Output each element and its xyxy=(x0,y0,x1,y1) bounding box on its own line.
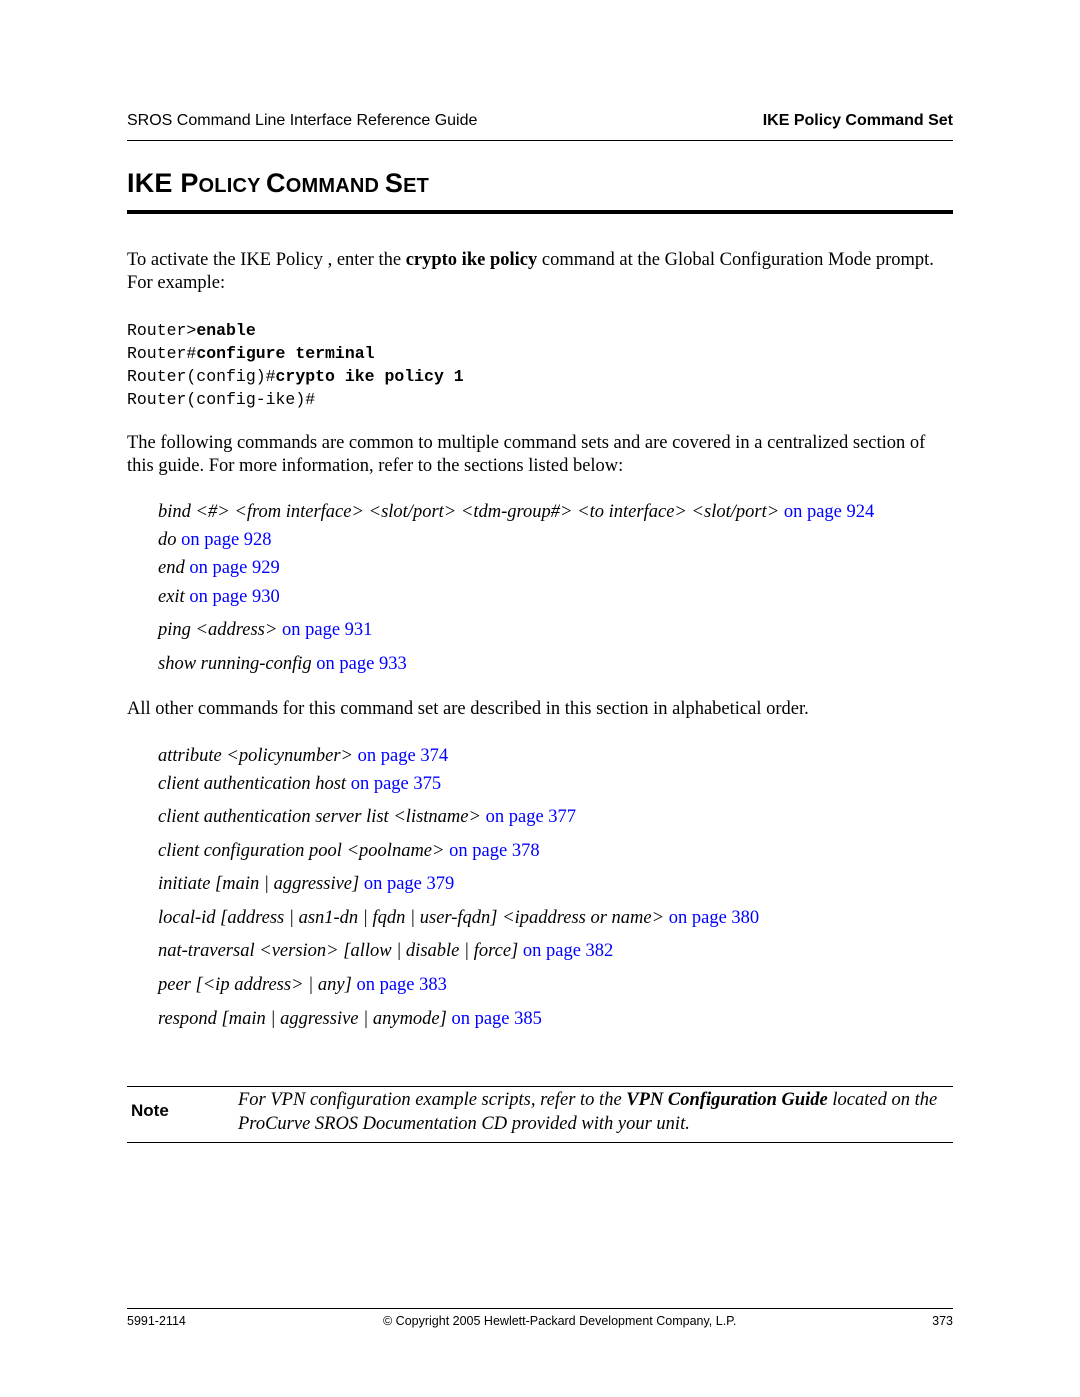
note-bottom-divider xyxy=(127,1142,953,1143)
note-label: Note xyxy=(131,1101,169,1120)
note-guide-name: VPN Configuration Guide xyxy=(626,1090,828,1110)
command-syntax: local-id [address | asn1-dn | fqdn | use… xyxy=(158,908,665,928)
cli-example: Router>enable Router#configure terminal … xyxy=(127,319,464,411)
command-syntax: client authentication server list <listn… xyxy=(158,807,481,827)
title-cap: S xyxy=(384,168,404,198)
page-link[interactable]: on page 377 xyxy=(486,807,576,827)
command-syntax: attribute <policynumber> xyxy=(158,746,354,766)
section-name: IKE Policy Command Set xyxy=(762,112,953,129)
running-header: SROS Command Line Interface Reference Gu… xyxy=(127,112,953,134)
title-cap: P xyxy=(180,168,199,198)
page-link[interactable]: on page 385 xyxy=(451,1009,541,1029)
command-syntax: respond [main | aggressive | anymode] xyxy=(158,1009,447,1029)
doc-number: 5991-2114 xyxy=(127,1314,186,1328)
page-link[interactable]: on page 379 xyxy=(364,874,454,894)
command-syntax: peer [<ip address> | any] xyxy=(158,975,352,995)
page-link[interactable]: on page 928 xyxy=(181,530,271,550)
cli-input: crypto ike policy 1 xyxy=(275,367,464,386)
note-text-part: For VPN configuration example scripts, r… xyxy=(238,1090,627,1110)
title-word-ike: IKE xyxy=(127,168,181,198)
command-item: respond [main | aggressive | anymode] on… xyxy=(158,1008,542,1030)
intro-text: To activate the IKE Policy , enter the xyxy=(127,250,406,270)
page-link[interactable]: on page 930 xyxy=(189,587,279,607)
command-syntax: exit xyxy=(158,587,185,607)
common-command-item: ping <address> on page 931 xyxy=(158,619,372,641)
common-command-item: bind <#> <from interface> <slot/port> <t… xyxy=(158,501,874,523)
page-link[interactable]: on page 924 xyxy=(784,502,874,522)
common-command-item: exit on page 930 xyxy=(158,586,280,608)
note-top-divider xyxy=(127,1086,953,1087)
copyright: © Copyright 2005 Hewlett-Packard Develop… xyxy=(383,1314,737,1328)
cli-prompt: Router> xyxy=(127,321,197,340)
cli-input: enable xyxy=(196,321,256,340)
page-link[interactable]: on page 931 xyxy=(282,620,372,640)
footer-divider xyxy=(127,1308,953,1309)
title-smallcaps: OMMAND xyxy=(285,175,385,197)
command-item: initiate [main | aggressive] on page 379 xyxy=(158,873,454,895)
other-commands-intro: All other commands for this command set … xyxy=(127,699,809,719)
header-divider xyxy=(127,140,953,141)
guide-title: SROS Command Line Interface Reference Gu… xyxy=(127,112,478,129)
page-link[interactable]: on page 929 xyxy=(189,558,279,578)
page-link[interactable]: on page 383 xyxy=(356,975,446,995)
command-item: client authentication server list <listn… xyxy=(158,806,576,828)
cli-prompt: Router(config-ike)# xyxy=(127,390,316,409)
command-syntax: nat-traversal <version> [allow | disable… xyxy=(158,941,519,961)
note-text: For VPN configuration example scripts, r… xyxy=(238,1088,954,1136)
command-syntax: bind <#> <from interface> <slot/port> <t… xyxy=(158,502,780,522)
title-cap: C xyxy=(266,168,286,198)
cli-prompt: Router# xyxy=(127,344,197,363)
page-link[interactable]: on page 374 xyxy=(358,746,448,766)
page-link[interactable]: on page 933 xyxy=(316,654,406,674)
page-link[interactable]: on page 375 xyxy=(351,774,441,794)
command-item: attribute <policynumber> on page 374 xyxy=(158,745,448,767)
page-number: 373 xyxy=(932,1314,953,1328)
common-command-item: end on page 929 xyxy=(158,557,280,579)
command-syntax: end xyxy=(158,558,185,578)
command-item: peer [<ip address> | any] on page 383 xyxy=(158,974,447,996)
cli-line: Router(config-ike)# xyxy=(127,388,464,411)
intro-paragraph: To activate the IKE Policy , enter the c… xyxy=(127,249,953,295)
page-link[interactable]: on page 380 xyxy=(669,908,759,928)
cli-line: Router#configure terminal xyxy=(127,342,464,365)
common-commands-intro: The following commands are common to mul… xyxy=(127,433,926,476)
cli-line: Router>enable xyxy=(127,319,464,342)
intro-command: crypto ike policy xyxy=(405,250,538,270)
common-command-item: do on page 928 xyxy=(158,529,272,551)
cli-input: configure terminal xyxy=(196,344,375,363)
command-syntax: do xyxy=(158,530,177,550)
page-link[interactable]: on page 382 xyxy=(523,941,613,961)
common-command-item: show running-config on page 933 xyxy=(158,653,407,675)
title-divider xyxy=(127,210,953,214)
title-smallcaps: OLICY xyxy=(198,175,267,197)
command-item: client authentication host on page 375 xyxy=(158,773,441,795)
command-item: nat-traversal <version> [allow | disable… xyxy=(158,940,613,962)
title-smallcaps: ET xyxy=(403,175,430,197)
cli-prompt: Router(config)# xyxy=(127,367,276,386)
command-syntax: ping <address> xyxy=(158,620,278,640)
cli-line: Router(config)#crypto ike policy 1 xyxy=(127,365,464,388)
command-item: client configuration pool <poolname> on … xyxy=(158,840,540,862)
command-syntax: initiate [main | aggressive] xyxy=(158,874,360,894)
command-syntax: client configuration pool <poolname> xyxy=(158,841,445,861)
command-syntax: show running-config xyxy=(158,654,312,674)
command-syntax: client authentication host xyxy=(158,774,347,794)
page-link[interactable]: on page 378 xyxy=(449,841,539,861)
page-title: IKE POLICY COMMAND SET xyxy=(127,168,429,199)
command-item: local-id [address | asn1-dn | fqdn | use… xyxy=(158,907,759,929)
